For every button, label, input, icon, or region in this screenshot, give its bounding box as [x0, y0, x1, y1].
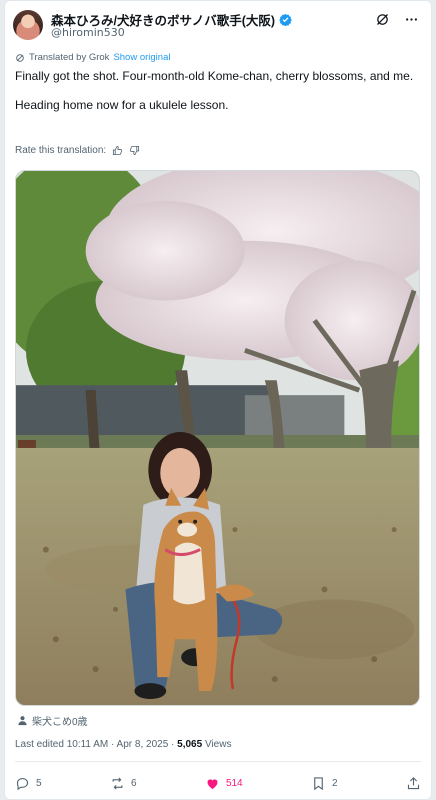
translation-notice: Translated by Grok Show original [15, 52, 170, 63]
tweet-line-2: Heading home now for a ukulele lesson. [15, 97, 229, 112]
share-icon [407, 776, 420, 789]
avatar[interactable] [13, 10, 43, 40]
heart-icon [207, 778, 218, 789]
reply-button[interactable]: 5 [15, 776, 42, 791]
translate-icon [16, 53, 24, 62]
rate-label: Rate this translation: [15, 145, 107, 156]
grok-icon[interactable] [375, 12, 390, 27]
header-icons [375, 12, 419, 27]
show-original-link[interactable]: Show original [113, 52, 170, 63]
bookmark-icon [314, 776, 323, 790]
share-button[interactable] [406, 776, 421, 791]
more-icon[interactable] [404, 12, 419, 27]
divider [15, 761, 421, 762]
photo-scene [16, 171, 419, 705]
views-label: Views [202, 739, 232, 750]
edited-timestamp[interactable]: Last edited 10:11 AM · Apr 8, 2025 · [15, 739, 177, 750]
post-photo[interactable] [15, 170, 420, 706]
tweet-line-1: Finally got the shot. Four-month-old Kom… [15, 69, 414, 83]
rate-translation: Rate this translation: [15, 145, 140, 156]
like-button[interactable]: 514 [205, 776, 243, 791]
repost-count: 6 [130, 777, 137, 789]
translated-label: Translated by Grok [29, 52, 110, 63]
reply-count: 5 [36, 777, 42, 789]
thumbs-down-icon[interactable] [129, 145, 140, 156]
post-card: 森本ひろみ/犬好きのボサノバ歌手(大阪) @hiromin530 Transla… [4, 0, 432, 800]
repost-icon [112, 776, 123, 790]
post-meta: Last edited 10:11 AM · Apr 8, 2025 · 5,0… [15, 739, 231, 750]
tweet-text: Finally got the shot. Four-month-old Kom… [15, 69, 420, 126]
verified-badge-icon [279, 13, 292, 26]
location-label: 柴犬こめ0歳 [32, 717, 88, 728]
thumbs-up-icon[interactable] [112, 145, 123, 156]
location-tag[interactable]: 柴犬こめ0歳 [17, 713, 88, 728]
bookmark-button[interactable]: 2 [311, 776, 338, 791]
person-icon [18, 716, 27, 726]
like-count: 514 [225, 777, 243, 789]
bookmark-count: 2 [332, 777, 338, 789]
views-count: 5,065 [177, 739, 203, 750]
action-bar: 5 6 514 2 [15, 773, 421, 793]
repost-button[interactable]: 6 [110, 776, 137, 791]
post-header: 森本ひろみ/犬好きのボサノバ歌手(大阪) @hiromin530 [13, 7, 423, 41]
handle[interactable]: @hiromin530 [51, 26, 125, 39]
reply-icon [16, 777, 29, 790]
